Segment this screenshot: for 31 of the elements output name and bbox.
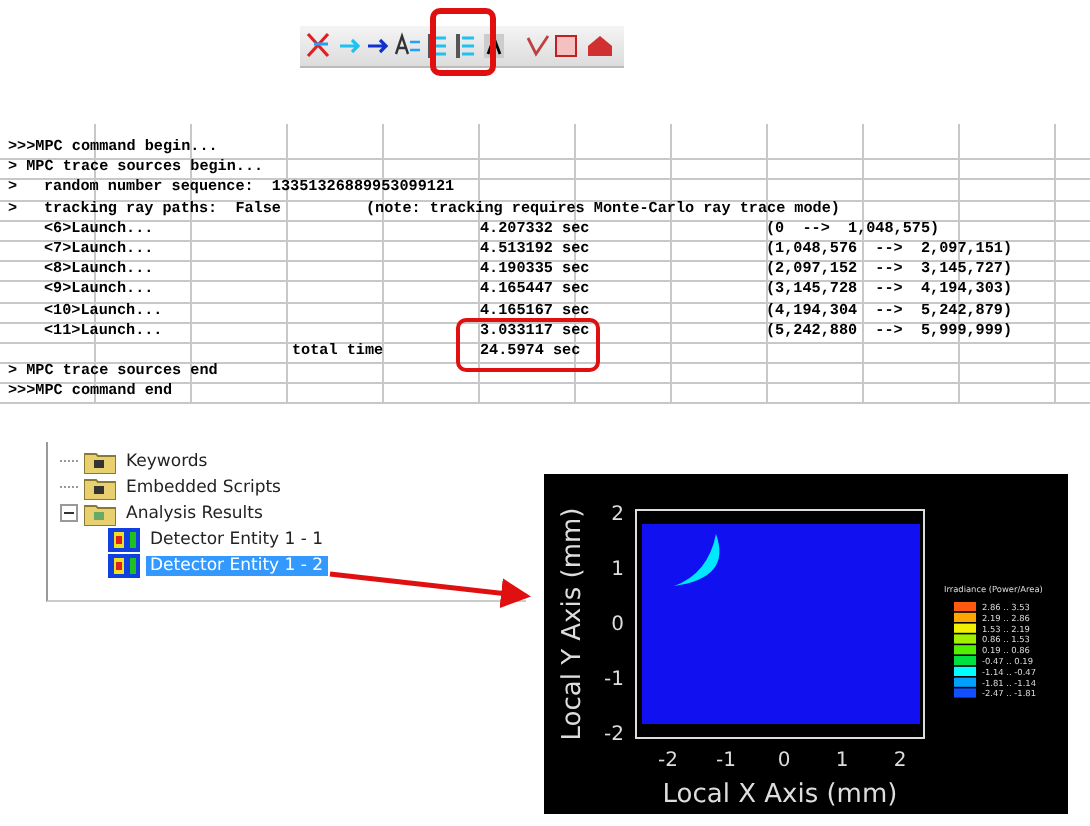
house-icon[interactable] bbox=[588, 36, 612, 56]
folder-icon bbox=[84, 501, 116, 525]
tree-item[interactable]: Detector Entity 1 - 1 bbox=[146, 529, 328, 549]
x-tick-label: 1 bbox=[835, 750, 849, 772]
arrow-icon[interactable] bbox=[366, 38, 389, 54]
tree-item[interactable]: Keywords bbox=[122, 451, 212, 471]
y-tick-label: 1 bbox=[611, 559, 624, 581]
folder-icon bbox=[84, 449, 116, 473]
x-axis-title: Local X Axis (mm) bbox=[662, 780, 898, 810]
tree-item[interactable]: Embedded Scripts bbox=[122, 477, 285, 497]
list-arrows-icon[interactable] bbox=[456, 34, 476, 58]
y-tick-label: -1 bbox=[604, 669, 624, 691]
highlight-frame bbox=[430, 8, 496, 76]
x-tick-label: -1 bbox=[716, 750, 736, 772]
crescent-spot bbox=[674, 534, 720, 586]
x-tick-label: -2 bbox=[658, 750, 678, 772]
collapse-icon[interactable] bbox=[60, 504, 78, 522]
x-tick-label: 0 bbox=[777, 750, 791, 772]
heatmap-icon bbox=[108, 527, 140, 551]
cross-arrow-icon[interactable] bbox=[306, 32, 330, 58]
x-tick-label: 2 bbox=[893, 750, 907, 772]
y-tick-label: 0 bbox=[611, 614, 624, 636]
tree-item[interactable]: Analysis Results bbox=[122, 503, 267, 523]
y-axis-title: Local Y Axis (mm) bbox=[558, 507, 588, 741]
heatmap-icon bbox=[108, 553, 140, 577]
y-tick-label: 2 bbox=[611, 504, 624, 526]
highlight-frame bbox=[456, 318, 600, 372]
folder-icon bbox=[84, 475, 116, 499]
y-tick-label: -2 bbox=[604, 724, 624, 746]
list-arrows-icon[interactable] bbox=[428, 34, 448, 58]
text-arrow-icon[interactable] bbox=[394, 32, 422, 56]
